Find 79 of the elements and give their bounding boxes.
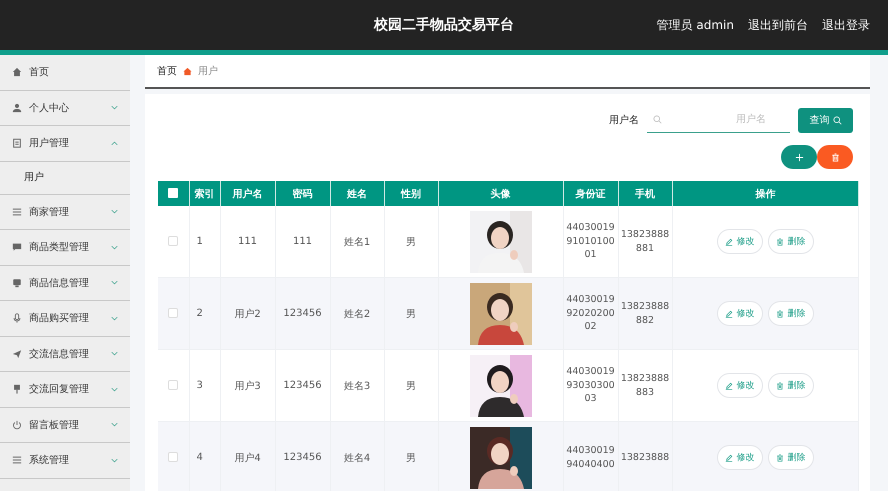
sidebar-item[interactable]: 首页 [0, 55, 130, 90]
home-icon [183, 66, 192, 76]
table-cell: 男 [384, 278, 438, 350]
plus-icon [794, 152, 804, 162]
table-cell: 123456 [275, 278, 330, 350]
delete-button[interactable] [817, 145, 853, 169]
search-button[interactable]: 查询 [798, 108, 853, 132]
checkbox[interactable] [168, 308, 178, 318]
monitor-icon [12, 278, 22, 288]
column-header: 密码 [275, 181, 330, 206]
search-field[interactable]: 用户名 [647, 107, 790, 133]
column-header: 操作 [672, 181, 858, 206]
table-cell: 4 [189, 422, 220, 491]
sidebar-item[interactable]: 用户管理 [0, 126, 130, 162]
header-link[interactable]: 退出登录 [822, 16, 870, 34]
checkbox[interactable] [168, 380, 178, 390]
table-cell: 13823888882 [618, 278, 672, 350]
pin-icon [12, 384, 22, 394]
search-icon [653, 115, 662, 124]
edit-button[interactable]: 修改 [716, 373, 763, 398]
trash-icon [776, 454, 784, 462]
checkbox[interactable] [168, 188, 178, 198]
column-header: 头像 [438, 181, 563, 206]
sidebar-item[interactable]: 商家管理 [0, 194, 130, 230]
document-icon [12, 138, 22, 148]
list-icon [12, 455, 22, 466]
table-cell: 13823888 [618, 422, 672, 491]
sidebar-item[interactable]: 商品类型管理 [0, 230, 130, 266]
column-header: 用户名 [220, 181, 275, 206]
pencil-icon [725, 382, 734, 390]
column-header: 姓名 [330, 181, 384, 206]
sidebar-item[interactable]: 交流回复管理 [0, 372, 130, 408]
column-header: 索引 [189, 181, 220, 206]
edit-button[interactable]: 修改 [716, 229, 763, 254]
user-icon [12, 102, 22, 113]
trash-icon [830, 152, 840, 162]
send-icon [12, 348, 22, 359]
trash-icon [776, 382, 784, 390]
checkbox[interactable] [168, 452, 178, 462]
column-header: 性别 [384, 181, 438, 206]
column-header: 身份证 [563, 181, 618, 206]
breadcrumb-item[interactable]: 首页 [157, 64, 177, 78]
pencil-icon [725, 238, 734, 246]
add-button[interactable] [781, 145, 817, 169]
site-title: 校园二手物品交易平台 [374, 16, 514, 34]
chat-icon [12, 242, 22, 252]
breadcrumb-item: 用户 [198, 64, 218, 78]
table-cell: 440300199202020002 [563, 278, 618, 350]
table-cell: 123456 [275, 422, 330, 491]
sidebar-item[interactable]: 交流信息管理 [0, 336, 130, 372]
list-icon [12, 206, 22, 217]
table-cell: 2 [189, 278, 220, 350]
power-icon [12, 420, 22, 430]
edit-button[interactable]: 修改 [716, 445, 763, 470]
search-label: 用户名 [609, 114, 639, 127]
sidebar-item[interactable]: 系统管理 [0, 443, 130, 478]
pencil-icon [725, 454, 734, 462]
checkbox[interactable] [168, 236, 178, 246]
microphone-icon [12, 313, 22, 324]
search-icon [832, 116, 842, 124]
table-cell: 男 [384, 422, 438, 491]
home-icon [12, 67, 22, 78]
header-link[interactable]: 退出到前台 [748, 16, 808, 34]
trash-icon [776, 238, 784, 246]
table-cell: 姓名2 [330, 278, 384, 350]
table-cell: 4403001994040400 [563, 422, 618, 491]
pencil-icon [725, 310, 734, 318]
sidebar-subitem[interactable]: 用户 [0, 162, 130, 194]
sidebar-item[interactable]: 商品信息管理 [0, 266, 130, 301]
edit-button[interactable]: 修改 [716, 301, 763, 326]
sidebar-item[interactable]: 留言板管理 [0, 408, 130, 443]
table-cell: 用户2 [220, 278, 275, 350]
table-cell: 用户4 [220, 422, 275, 491]
column-header: 手机 [618, 181, 672, 206]
header-link[interactable]: 管理员 admin [656, 16, 734, 34]
table-cell: 姓名4 [330, 422, 384, 491]
sidebar-item[interactable]: 个人中心 [0, 90, 130, 126]
trash-icon [776, 310, 784, 318]
sidebar-item[interactable]: 商品购买管理 [0, 301, 130, 336]
